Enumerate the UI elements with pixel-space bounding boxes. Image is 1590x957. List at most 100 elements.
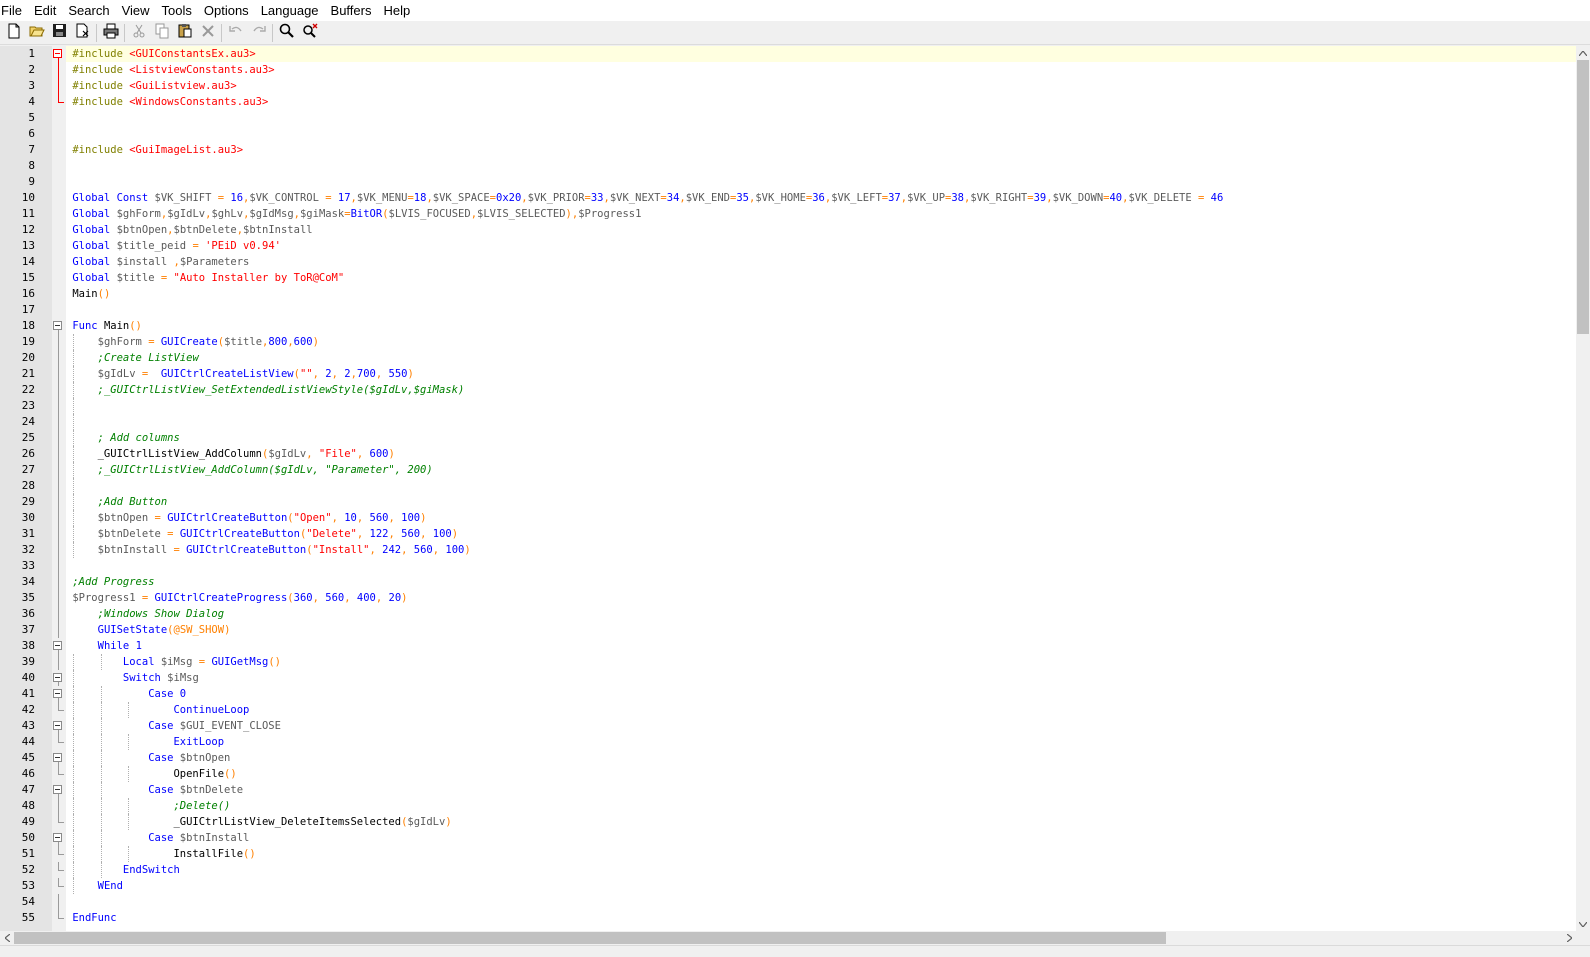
horizontal-scrollbar[interactable]	[0, 931, 1576, 945]
horizontal-scroll-thumb[interactable]	[14, 932, 1166, 944]
code-text[interactable]	[66, 110, 1576, 126]
code-text[interactable]	[66, 158, 1576, 174]
fold-marker[interactable]	[52, 318, 66, 334]
code-text[interactable]: Case $btnDelete	[66, 782, 1576, 798]
scroll-left-arrow-icon[interactable]	[0, 931, 14, 945]
code-text[interactable]: #include <GuiListview.au3>	[66, 78, 1576, 94]
code-text[interactable]: Local $iMsg = GUIGetMsg()	[66, 654, 1576, 670]
code-text[interactable]: Global Const $VK_SHIFT = 16,$VK_CONTROL …	[66, 190, 1576, 206]
fold-marker[interactable]	[52, 46, 66, 62]
code-text[interactable]: EndSwitch	[66, 862, 1576, 878]
code-text[interactable]: $ghForm = GUICreate($title,800,600)	[66, 334, 1576, 350]
code-text[interactable]: $btnInstall = GUICtrlCreateButton("Insta…	[66, 542, 1576, 558]
collapse-minus-icon[interactable]	[53, 689, 62, 698]
vertical-scroll-thumb[interactable]	[1577, 60, 1589, 334]
menu-file[interactable]: File	[0, 0, 28, 21]
code-text[interactable]: Func Main()	[66, 318, 1576, 334]
redo-button[interactable]	[247, 22, 270, 44]
code-text[interactable]	[66, 302, 1576, 318]
code-text[interactable]: Switch $iMsg	[66, 670, 1576, 686]
fold-marker[interactable]	[52, 830, 66, 846]
code-text[interactable]: Global $btnOpen,$btnDelete,$btnInstall	[66, 222, 1576, 238]
menu-help[interactable]: Help	[377, 0, 416, 21]
code-text[interactable]: ;_GUICtrlListView_SetExtendedListViewSty…	[66, 382, 1576, 398]
code-text[interactable]	[66, 894, 1576, 910]
code-text[interactable]: Case 0	[66, 686, 1576, 702]
scroll-down-arrow-icon[interactable]	[1576, 917, 1590, 931]
new-file-button[interactable]	[2, 22, 25, 44]
code-text[interactable]: Global $title = "Auto Installer by ToR@C…	[66, 270, 1576, 286]
code-text[interactable]: $gIdLv = GUICtrlCreateListView("", 2, 2,…	[66, 366, 1576, 382]
code-text[interactable]: Main()	[66, 286, 1576, 302]
menu-search[interactable]: Search	[62, 0, 115, 21]
fold-marker[interactable]	[52, 686, 66, 702]
code-text[interactable]: #include <ListviewConstants.au3>	[66, 62, 1576, 78]
code-text[interactable]: Global $ghForm,$gIdLv,$ghLv,$gIdMsg,$giM…	[66, 206, 1576, 222]
copy-button[interactable]	[150, 22, 173, 44]
code-text[interactable]	[66, 478, 1576, 494]
code-text[interactable]: Case $btnInstall	[66, 830, 1576, 846]
scroll-right-arrow-icon[interactable]	[1562, 931, 1576, 945]
fold-marker[interactable]	[52, 782, 66, 798]
code-text[interactable]: ;Add Progress	[66, 574, 1576, 590]
code-text[interactable]	[66, 126, 1576, 142]
menu-tools[interactable]: Tools	[156, 0, 198, 21]
code-text[interactable]: $btnOpen = GUICtrlCreateButton("Open", 1…	[66, 510, 1576, 526]
fold-marker[interactable]	[52, 750, 66, 766]
fold-marker[interactable]	[52, 718, 66, 734]
code-text[interactable]: Case $GUI_EVENT_CLOSE	[66, 718, 1576, 734]
collapse-minus-icon[interactable]	[53, 833, 62, 842]
code-text[interactable]: WEnd	[66, 878, 1576, 894]
find-button[interactable]	[275, 22, 298, 44]
code-text[interactable]	[66, 398, 1576, 414]
paste-button[interactable]	[173, 22, 196, 44]
collapse-minus-icon[interactable]	[53, 721, 62, 730]
scroll-up-arrow-icon[interactable]	[1576, 46, 1590, 60]
code-text[interactable]: ;_GUICtrlListView_AddColumn($gIdLv, "Par…	[66, 462, 1576, 478]
code-text[interactable]: $btnDelete = GUICtrlCreateButton("Delete…	[66, 526, 1576, 542]
save-button[interactable]	[48, 22, 71, 44]
collapse-minus-icon[interactable]	[53, 49, 62, 58]
code-text[interactable]: ;Delete()	[66, 798, 1576, 814]
code-text[interactable]: EndFunc	[66, 910, 1576, 926]
code-text[interactable]: ;Windows Show Dialog	[66, 606, 1576, 622]
cut-button[interactable]	[127, 22, 150, 44]
menu-options[interactable]: Options	[198, 0, 255, 21]
replace-button[interactable]	[298, 22, 321, 44]
delete-button[interactable]	[196, 22, 219, 44]
code-text[interactable]: ContinueLoop	[66, 702, 1576, 718]
code-text[interactable]: GUISetState(@SW_SHOW)	[66, 622, 1576, 638]
code-text[interactable]: Case $btnOpen	[66, 750, 1576, 766]
code-text[interactable]	[66, 174, 1576, 190]
code-text[interactable]: #include <WindowsConstants.au3>	[66, 94, 1576, 110]
vertical-scrollbar[interactable]	[1576, 46, 1590, 931]
collapse-minus-icon[interactable]	[53, 785, 62, 794]
code-text[interactable]: _GUICtrlListView_DeleteItemsSelected($gI…	[66, 814, 1576, 830]
code-text[interactable]: Global $title_peid = 'PEiD v0.94'	[66, 238, 1576, 254]
menu-edit[interactable]: Edit	[28, 0, 62, 21]
code-text[interactable]: ExitLoop	[66, 734, 1576, 750]
collapse-minus-icon[interactable]	[53, 673, 62, 682]
code-text[interactable]: InstallFile()	[66, 846, 1576, 862]
code-editor[interactable]: 1 #include <GUIConstantsEx.au3> 2 #includ…	[0, 46, 1590, 931]
menu-language[interactable]: Language	[255, 0, 325, 21]
collapse-minus-icon[interactable]	[53, 641, 62, 650]
open-folder-button[interactable]	[25, 22, 48, 44]
undo-button[interactable]	[224, 22, 247, 44]
code-text[interactable]: ;Create ListView	[66, 350, 1576, 366]
fold-marker[interactable]	[52, 638, 66, 654]
menu-view[interactable]: View	[116, 0, 156, 21]
code-text[interactable]: While 1	[66, 638, 1576, 654]
code-text[interactable]: #include <GuiImageList.au3>	[66, 142, 1576, 158]
code-text[interactable]: ;Add Button	[66, 494, 1576, 510]
code-text[interactable]: Global $install ,$Parameters	[66, 254, 1576, 270]
fold-marker[interactable]	[52, 670, 66, 686]
code-text[interactable]	[66, 558, 1576, 574]
close-file-button[interactable]	[71, 22, 94, 44]
collapse-minus-icon[interactable]	[53, 321, 62, 330]
code-text[interactable]	[66, 414, 1576, 430]
code-text[interactable]: _GUICtrlListView_AddColumn($gIdLv, "File…	[66, 446, 1576, 462]
collapse-minus-icon[interactable]	[53, 753, 62, 762]
code-text[interactable]: #include <GUIConstantsEx.au3>	[66, 46, 1576, 62]
print-button[interactable]	[99, 22, 122, 44]
